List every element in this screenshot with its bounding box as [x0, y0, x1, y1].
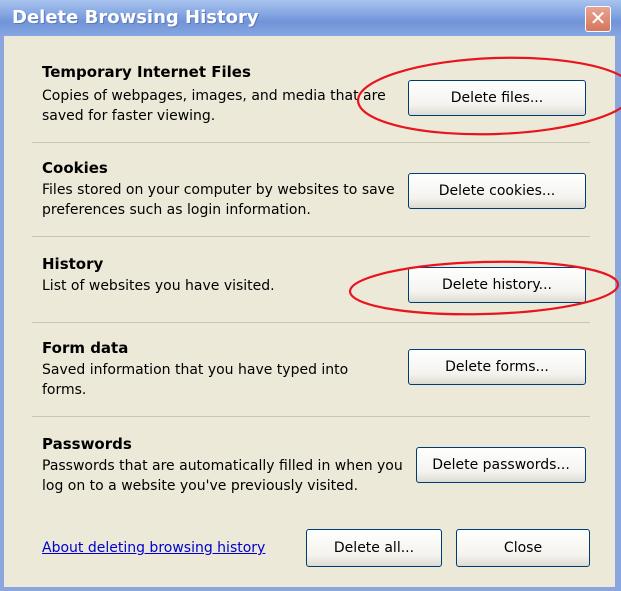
delete-forms-button[interactable]: Delete forms...: [408, 349, 586, 385]
separator: [32, 322, 590, 323]
window-border-bottom: [0, 587, 621, 591]
about-deleting-history-link[interactable]: About deleting browsing history: [42, 540, 265, 556]
delete-history-button[interactable]: Delete history...: [408, 267, 586, 303]
section-heading: Temporary Internet Files: [42, 63, 251, 81]
delete-files-button[interactable]: Delete files...: [408, 80, 586, 116]
section-description: Passwords that are automatically filled …: [42, 458, 403, 494]
close-button[interactable]: Close: [456, 529, 590, 567]
separator: [32, 416, 590, 417]
title-bar: Delete Browsing History ✕: [0, 0, 621, 36]
separator: [32, 142, 590, 143]
delete-all-button[interactable]: Delete all...: [306, 529, 442, 567]
window-border-left: [0, 36, 4, 591]
close-icon: ✕: [589, 6, 607, 30]
section-description: Copies of webpages, images, and media th…: [42, 88, 386, 124]
window-border-right: [615, 36, 621, 591]
separator: [32, 236, 590, 237]
section-description: Saved information that you have typed in…: [42, 362, 349, 398]
section-description: Files stored on your computer by website…: [42, 182, 395, 218]
delete-browsing-history-dialog: Delete Browsing History ✕ Temporary Inte…: [0, 0, 621, 591]
section-description: List of websites you have visited.: [42, 278, 275, 294]
close-window-button[interactable]: ✕: [585, 6, 611, 32]
delete-cookies-button[interactable]: Delete cookies...: [408, 173, 586, 209]
window-title: Delete Browsing History: [12, 7, 259, 28]
delete-passwords-button[interactable]: Delete passwords...: [416, 447, 586, 483]
